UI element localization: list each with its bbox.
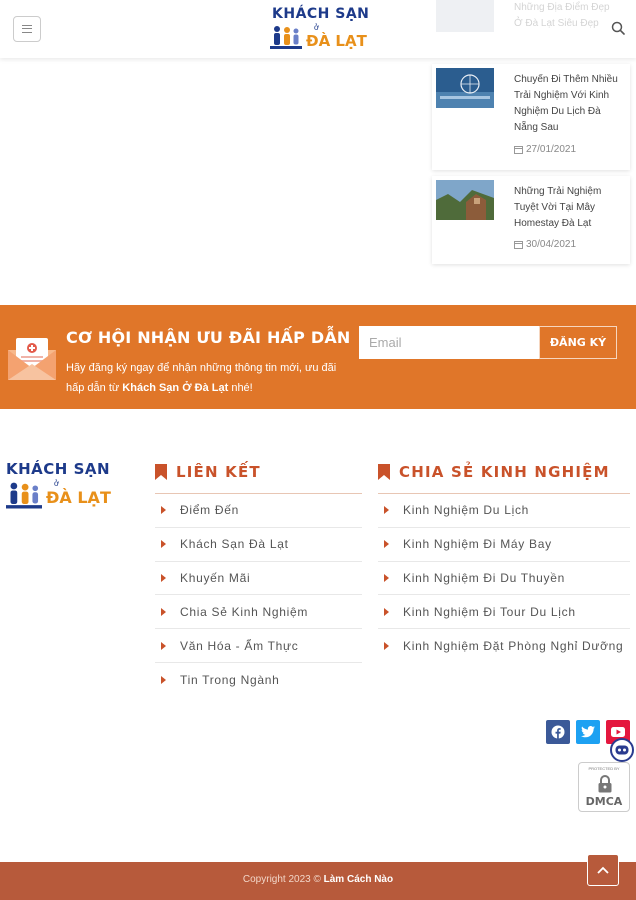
- lock-icon: [598, 775, 612, 793]
- search-icon[interactable]: [611, 21, 625, 35]
- footer-link-item[interactable]: Kinh Nghiệm Du Lịch: [378, 494, 630, 528]
- logo-line1: KHÁCH SẠN: [272, 6, 370, 22]
- footer-link-item[interactable]: Khuyến Mãi: [155, 562, 362, 596]
- post-date: 27/01/2021: [514, 144, 576, 155]
- caret-right-icon: [384, 506, 389, 515]
- post-date: 30/04/2021: [514, 239, 576, 250]
- chevron-up-icon: [597, 866, 609, 874]
- post-thumbnail: [436, 68, 494, 108]
- footer-logo-line2: ĐÀ LẠT: [46, 488, 111, 507]
- caret-right-icon: [161, 675, 166, 684]
- calendar-icon: [514, 146, 523, 154]
- caret-right-icon: [384, 540, 389, 549]
- caret-right-icon: [384, 642, 389, 651]
- bookmark-icon: [378, 463, 390, 480]
- menu-button[interactable]: [13, 16, 41, 42]
- footer-share-list: Kinh Nghiệm Du Lịch Kinh Nghiệm Đi Máy Ba…: [378, 494, 630, 663]
- copyright-text: Copyright 2023 © Làm Cách Nào: [0, 874, 636, 885]
- footer-share-title: CHIA SẺ KINH NGHIỆM: [399, 462, 610, 481]
- footer-links-heading: LIÊN KẾT: [155, 456, 362, 494]
- newsletter-desc-suffix: nhé!: [228, 382, 253, 394]
- footer-share-heading: CHIA SẺ KINH NGHIỆM: [378, 456, 630, 494]
- footer-link-label: Văn Hóa - Ẩm Thực: [180, 638, 299, 653]
- dmca-small-text: PROTECTED BY: [588, 766, 620, 771]
- twitter-icon: [581, 726, 595, 738]
- site-header: KHÁCH SẠN ở ĐÀ LẠT: [0, 0, 636, 58]
- footer-link-item[interactable]: Kinh Nghiệm Đi Máy Bay: [378, 528, 630, 562]
- footer-logo[interactable]: KHÁCH SẠN ở ĐÀ LẠT: [4, 458, 116, 516]
- footer-share-column: CHIA SẺ KINH NGHIỆM Kinh Nghiệm Du Lịch K…: [378, 456, 630, 663]
- facebook-icon: [551, 725, 565, 739]
- hamburger-icon: [22, 25, 32, 33]
- chat-button[interactable]: [610, 738, 634, 762]
- footer-link-label: Khách Sạn Đà Lạt: [180, 537, 289, 552]
- travelers-icon: [270, 26, 302, 49]
- dmca-badge[interactable]: PROTECTED BY DMCA: [578, 762, 630, 812]
- footer-link-label: Tin Trong Ngành: [180, 672, 280, 687]
- caret-right-icon: [161, 506, 166, 515]
- post-thumbnail: [436, 180, 494, 220]
- footer-link-item[interactable]: Kinh Nghiệm Đi Tour Du Lịch: [378, 595, 630, 630]
- caret-right-icon: [384, 607, 389, 616]
- envelope-icon: [8, 338, 56, 380]
- footer-link-label: Chia Sẻ Kinh Nghiệm: [180, 604, 309, 619]
- footer-link-label: Kinh Nghiệm Đi Tour Du Lịch: [403, 604, 576, 619]
- caret-right-icon: [161, 573, 166, 582]
- post-title: Chuyến Đi Thêm Nhiều Trải Nghiệm Với Kin…: [514, 74, 618, 133]
- copyright-prefix: Copyright 2023 ©: [242, 874, 324, 885]
- facebook-button[interactable]: [546, 720, 570, 744]
- footer-logo-line1: KHÁCH SẠN: [6, 460, 111, 478]
- logo-line2: ĐÀ LẠT: [306, 32, 367, 50]
- email-input[interactable]: [359, 326, 539, 359]
- footer-link-item[interactable]: Kinh Nghiệm Đi Du Thuyền: [378, 562, 630, 596]
- footer-link-label: Kinh Nghiệm Đi Máy Bay: [403, 537, 552, 552]
- caret-right-icon: [384, 573, 389, 582]
- footer-link-label: Kinh Nghiệm Đặt Phòng Nghỉ Dưỡng: [403, 639, 624, 654]
- footer-logo-o: ở: [54, 479, 60, 488]
- calendar-icon: [514, 241, 523, 249]
- footer-link-label: Điểm Đến: [180, 503, 239, 518]
- dmca-word: DMCA: [585, 795, 623, 808]
- newsletter-title: CƠ HỘI NHẬN ƯU ĐÃI HẤP DẪN: [66, 328, 351, 347]
- newsletter-description: Hãy đăng ký ngay để nhận những thông tin…: [66, 358, 348, 398]
- subscribe-button[interactable]: ĐĂNG KÝ: [539, 326, 617, 359]
- bookmark-icon: [155, 463, 167, 480]
- footer-links-column: LIÊN KẾT Điểm Đến Khách Sạn Đà Lạt Khuyến …: [155, 456, 362, 697]
- post-item[interactable]: Những Trải Nghiệm Tuyệt Vời Tại Mây Home…: [432, 176, 630, 264]
- newsletter-desc-brand: Khách Sạn Ở Đà Lạt: [122, 382, 229, 394]
- footer-link-label: Khuyến Mãi: [180, 570, 251, 585]
- footer-links-list: Điểm Đến Khách Sạn Đà Lạt Khuyến Mãi Chia S…: [155, 494, 362, 697]
- copyright-brand[interactable]: Làm Cách Nào: [324, 874, 393, 885]
- footer-link-item[interactable]: Chia Sẻ Kinh Nghiệm: [155, 595, 362, 630]
- chatbot-icon: [615, 745, 629, 755]
- caret-right-icon: [161, 540, 166, 549]
- caret-right-icon: [161, 607, 166, 616]
- caret-right-icon: [161, 641, 166, 650]
- footer-link-label: Kinh Nghiệm Du Lịch: [403, 503, 530, 518]
- post-title: Những Trải Nghiệm Tuyệt Vời Tại Mây Home…: [514, 186, 602, 229]
- footer-links-title: LIÊN KẾT: [176, 462, 261, 481]
- site-logo[interactable]: KHÁCH SẠN ở ĐÀ LẠT: [268, 4, 370, 54]
- footer-link-item[interactable]: Tin Trong Ngành: [155, 663, 362, 697]
- footer-link-item[interactable]: Điểm Đến: [155, 494, 362, 528]
- footer-link-label: Kinh Nghiệm Đi Du Thuyền: [403, 570, 565, 585]
- footer-link-item[interactable]: Khách Sạn Đà Lạt: [155, 528, 362, 562]
- logo-o: ở: [314, 23, 320, 32]
- post-item[interactable]: Chuyến Đi Thêm Nhiều Trải Nghiệm Với Kin…: [432, 64, 630, 170]
- post-date-text: 27/01/2021: [526, 144, 577, 155]
- travelers-icon: [6, 482, 42, 509]
- youtube-icon: [611, 727, 625, 737]
- post-date-text: 30/04/2021: [526, 239, 577, 250]
- footer-link-item[interactable]: Kinh Nghiệm Đặt Phòng Nghỉ Dưỡng: [378, 629, 630, 663]
- footer-link-item[interactable]: Văn Hóa - Ẩm Thực: [155, 629, 362, 663]
- twitter-button[interactable]: [576, 720, 600, 744]
- back-to-top-button[interactable]: [587, 854, 619, 886]
